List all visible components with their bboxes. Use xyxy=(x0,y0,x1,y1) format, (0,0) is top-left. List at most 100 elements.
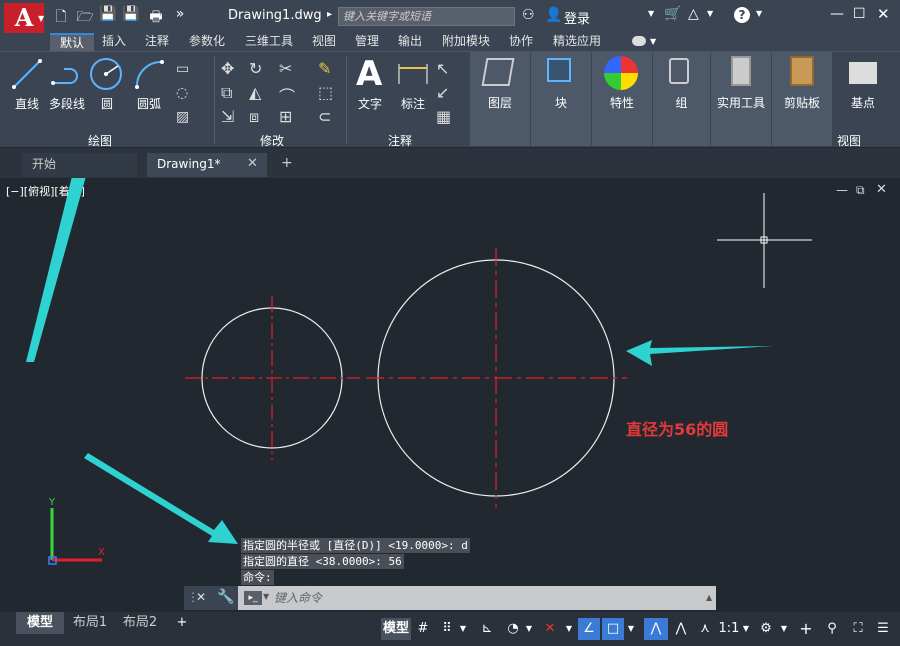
circle-label[interactable]: 圆 xyxy=(95,95,119,112)
isodraft-dropdown-icon[interactable]: ▼ xyxy=(564,618,574,640)
customize-wrench-icon[interactable]: 🔧 xyxy=(217,589,234,605)
tab-insert[interactable]: 插入 xyxy=(102,33,126,51)
close-button[interactable]: ✕ xyxy=(877,5,890,23)
annotation-visibility-icon[interactable]: ⋀ xyxy=(644,618,668,640)
hatch-icon[interactable]: ▨ xyxy=(176,109,189,125)
text-icon[interactable]: A xyxy=(356,54,382,94)
plot-icon[interactable]: 🖶 xyxy=(147,6,165,25)
line-icon[interactable] xyxy=(10,57,44,91)
tab-manage[interactable]: 管理 xyxy=(355,33,379,51)
line-label[interactable]: 直线 xyxy=(10,95,44,112)
help-dropdown-icon[interactable]: ▼ xyxy=(756,9,762,18)
model-layout-tab[interactable]: 模型 xyxy=(16,612,64,634)
annotation-scale-icon[interactable]: ⋏ xyxy=(694,618,716,640)
tab-dropdown-icon[interactable]: ▼ xyxy=(650,37,656,46)
move-icon[interactable]: ✥ xyxy=(221,59,234,78)
polar-dropdown-icon[interactable]: ▼ xyxy=(524,618,534,640)
login-button[interactable]: 登录 xyxy=(564,8,590,27)
dimension-icon[interactable] xyxy=(396,60,430,88)
command-dropdown-icon[interactable]: ▲ xyxy=(706,593,712,602)
help-icon[interactable]: ? xyxy=(734,7,750,23)
more-tools-icon[interactable]: » xyxy=(171,6,189,24)
tab-collaborate[interactable]: 协作 xyxy=(509,33,533,51)
model-space-button[interactable]: 模型 xyxy=(381,618,411,640)
mirror-icon[interactable]: ◭ xyxy=(249,83,261,102)
circle-icon[interactable] xyxy=(88,56,124,92)
save-icon[interactable]: 💾 xyxy=(99,6,117,24)
search-input[interactable]: 键入关键字或短语 xyxy=(338,7,515,26)
erase-icon[interactable]: ✎ xyxy=(318,59,331,78)
rectangle-icon[interactable]: ▭ xyxy=(176,61,189,77)
login-dropdown-icon[interactable]: ▼ xyxy=(648,9,654,18)
snap-dropdown-icon[interactable]: ▼ xyxy=(458,618,468,640)
tab-output[interactable]: 输出 xyxy=(398,33,422,51)
layout1-tab[interactable]: 布局1 xyxy=(66,612,114,634)
workspace-gear-icon[interactable]: ⚙ xyxy=(756,618,776,640)
snap-icon[interactable]: ⠿ xyxy=(438,618,456,640)
polyline-label[interactable]: 多段线 xyxy=(46,95,88,112)
clipboard-button[interactable]: 剪贴板 xyxy=(772,52,832,146)
ortho-icon[interactable]: ⊾ xyxy=(477,618,497,640)
command-input[interactable]: 键入命令 xyxy=(238,586,716,610)
a360-icon[interactable]: △ xyxy=(688,6,699,22)
groups-button[interactable]: 组 xyxy=(653,52,710,146)
logo-dropdown-icon[interactable]: ▼ xyxy=(38,14,44,23)
layout2-tab[interactable]: 布局2 xyxy=(116,612,164,634)
trim-icon[interactable]: ✂ xyxy=(279,59,292,78)
fullscreen-icon[interactable]: ⛶ xyxy=(848,618,868,640)
text-label[interactable]: 文字 xyxy=(354,95,386,112)
properties-button[interactable]: 特性 xyxy=(592,52,652,146)
isolate-objects-icon[interactable]: ⚲ xyxy=(822,618,842,640)
close-command-icon[interactable]: ✕ xyxy=(196,590,206,604)
block-button[interactable]: 块 xyxy=(531,52,591,146)
object-snap-dropdown-icon[interactable]: ▼ xyxy=(626,618,636,640)
command-prompt-icon[interactable]: ▸_ xyxy=(244,591,262,605)
array-icon[interactable]: ⊞ xyxy=(279,107,292,126)
annotation-panel-title[interactable]: 注释 xyxy=(388,132,412,149)
save-as-icon[interactable]: 💾 xyxy=(122,6,140,24)
arc-icon[interactable] xyxy=(132,57,166,91)
tab-featured-apps[interactable]: 精选应用 xyxy=(553,33,601,51)
scale-dropdown-icon[interactable]: ▼ xyxy=(741,618,751,640)
object-snap-icon[interactable]: □ xyxy=(602,618,624,640)
binoculars-icon[interactable]: ⚇ xyxy=(522,7,535,23)
view-panel-title[interactable]: 视图 xyxy=(837,132,861,149)
draw-panel-title[interactable]: 绘图 xyxy=(88,132,112,149)
new-tab-button[interactable]: + xyxy=(281,155,293,171)
annotation-monitor-icon[interactable]: + xyxy=(796,618,816,640)
tab-toggle-icon[interactable] xyxy=(632,36,646,46)
fillet-icon[interactable]: ⌒ xyxy=(279,83,295,107)
tab-parametric[interactable]: 参数化 xyxy=(189,33,225,51)
ellipse-icon[interactable]: ◌ xyxy=(176,85,188,101)
close-tab-icon[interactable]: ✕ xyxy=(247,156,258,171)
isodraft-icon[interactable]: ✕ xyxy=(540,618,560,640)
new-file-icon[interactable]: 🗋 xyxy=(52,6,70,25)
offset-icon[interactable]: ⊂ xyxy=(318,107,331,126)
a360-dropdown-icon[interactable]: ▼ xyxy=(707,9,713,18)
object-snap-tracking-icon[interactable]: ∠ xyxy=(578,618,600,640)
scale-value[interactable]: 1:1 xyxy=(717,618,741,640)
add-layout-button[interactable]: + xyxy=(172,612,192,634)
auto-scale-icon[interactable]: ⋀ xyxy=(670,618,692,640)
customization-menu-icon[interactable]: ☰ xyxy=(873,618,893,640)
start-tab[interactable]: 开始 xyxy=(22,153,137,177)
tab-addins[interactable]: 附加模块 xyxy=(442,33,490,51)
explode-icon[interactable]: ⬚ xyxy=(318,83,333,102)
tab-view[interactable]: 视图 xyxy=(312,33,336,51)
tab-default[interactable]: 默认 xyxy=(50,33,94,51)
stretch-icon[interactable]: ⇲ xyxy=(221,107,234,126)
multileader-icon[interactable]: ↙ xyxy=(436,83,449,102)
tab-annotate[interactable]: 注释 xyxy=(145,33,169,51)
arc-label[interactable]: 圆弧 xyxy=(131,95,167,112)
dimension-label[interactable]: 标注 xyxy=(396,95,430,112)
polar-tracking-icon[interactable]: ◔ xyxy=(503,618,523,640)
open-folder-icon[interactable]: 🗁 xyxy=(76,6,94,25)
drawing-canvas[interactable]: [−][俯视][着色] — ⧉ ✕ Y X 直径为56的圆 指定圆的半径或 [直… xyxy=(0,178,900,614)
cart-icon[interactable]: 🛒 xyxy=(664,6,681,22)
grid-icon[interactable]: # xyxy=(413,618,433,640)
modify-panel-title[interactable]: 修改 xyxy=(260,132,284,149)
workspace-dropdown-icon[interactable]: ▼ xyxy=(779,618,789,640)
tab-3d-tools[interactable]: 三维工具 xyxy=(245,33,293,51)
leader-icon[interactable]: ↖ xyxy=(436,59,449,78)
utilities-button[interactable]: 实用工具 xyxy=(711,52,771,146)
